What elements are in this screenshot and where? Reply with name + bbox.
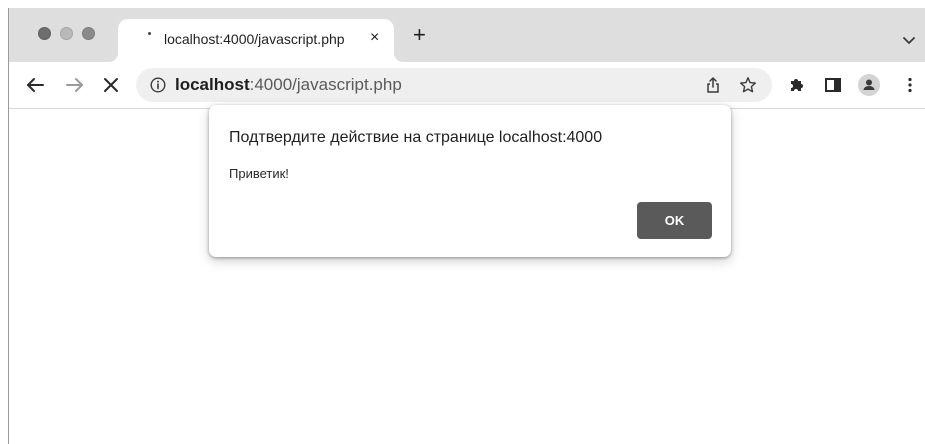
window-minimize-button[interactable] xyxy=(60,27,73,40)
url-host: localhost xyxy=(175,75,250,94)
info-icon[interactable] xyxy=(150,77,166,93)
url-path: :4000/javascript.php xyxy=(249,75,402,94)
stop-loading-button[interactable] xyxy=(100,74,122,96)
new-tab-button[interactable]: + xyxy=(413,24,426,46)
window-zoom-button[interactable] xyxy=(82,27,95,40)
back-button[interactable] xyxy=(24,74,46,96)
kebab-menu-icon[interactable] xyxy=(900,75,920,95)
share-icon[interactable] xyxy=(704,76,722,94)
browser-window: localhost:4000/javascript.php × + localh… xyxy=(8,8,925,444)
profile-icon[interactable] xyxy=(858,74,880,96)
dialog-message: Приветик! xyxy=(229,166,289,181)
ok-button[interactable]: OK xyxy=(637,202,712,239)
url-text[interactable]: localhost:4000/javascript.php xyxy=(175,75,402,95)
browser-toolbar: localhost:4000/javascript.php xyxy=(9,62,925,109)
tab-close-button[interactable]: × xyxy=(370,28,379,48)
window-close-button[interactable] xyxy=(38,27,51,40)
star-icon[interactable] xyxy=(739,76,757,94)
forward-button[interactable] xyxy=(64,74,86,96)
tab-active[interactable]: localhost:4000/javascript.php × xyxy=(108,19,404,62)
dialog-title: Подтвердите действие на странице localho… xyxy=(229,129,603,146)
arrow-left-icon xyxy=(27,78,44,92)
address-bar[interactable]: localhost:4000/javascript.php xyxy=(136,68,772,102)
tab-title: localhost:4000/javascript.php xyxy=(164,31,345,47)
confirm-dialog: Подтвердите действие на странице localho… xyxy=(209,105,731,257)
chevron-down-icon[interactable] xyxy=(902,36,916,46)
puzzle-icon[interactable] xyxy=(787,75,807,95)
loading-spinner-icon xyxy=(148,32,151,35)
arrow-right-icon xyxy=(66,78,83,92)
side-panel-icon[interactable] xyxy=(823,75,843,95)
tab-strip: localhost:4000/javascript.php × + xyxy=(9,8,925,62)
close-icon xyxy=(104,78,118,92)
